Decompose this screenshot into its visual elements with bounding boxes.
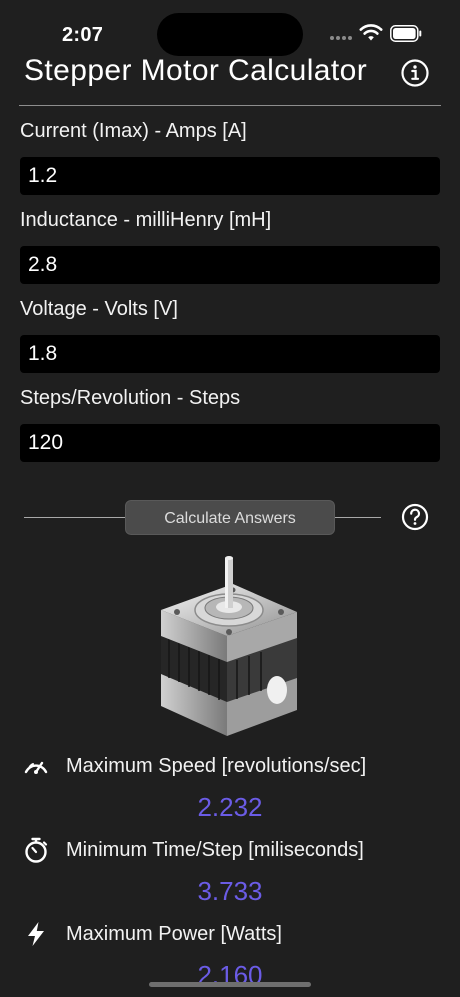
max-speed-label: Maximum Speed [revolutions/sec] [66,755,367,777]
dynamic-island [157,13,303,56]
calculate-divider-left [24,517,126,518]
voltage-label: Voltage - Volts [V] [20,298,178,320]
max-speed-value: 2.232 [197,792,263,822]
inductance-field[interactable] [20,246,440,284]
cellular-signal-icon [330,36,352,40]
stopwatch-icon [25,837,48,863]
stepper-motor-image [161,556,297,736]
calculate-button[interactable]: Calculate Answers [125,500,335,535]
wifi-icon [359,24,383,41]
current-label: Current (Imax) - Amps [A] [20,120,247,142]
lightning-icon [28,922,44,946]
min-time-step-label: Minimum Time/Step [miliseconds] [66,839,364,861]
info-icon[interactable] [400,58,430,88]
steps-label: Steps/Revolution - Steps [20,387,241,409]
page-title: Stepper Motor Calculator [24,54,368,87]
current-field[interactable] [20,157,440,195]
inductance-label: Inductance - milliHenry [mH] [20,209,272,231]
max-power-label: Maximum Power [Watts] [66,923,282,945]
speedometer-icon [24,761,48,774]
battery-icon [390,25,422,42]
status-time: 2:07 [62,24,104,46]
steps-field[interactable] [20,424,440,462]
status-bar: 2:07 [0,0,460,58]
header-divider [19,105,441,106]
min-time-step-value: 3.733 [197,876,263,906]
help-icon[interactable] [401,503,429,531]
calculate-divider-right [335,517,381,518]
home-indicator[interactable] [149,982,311,987]
voltage-field[interactable] [20,335,440,373]
